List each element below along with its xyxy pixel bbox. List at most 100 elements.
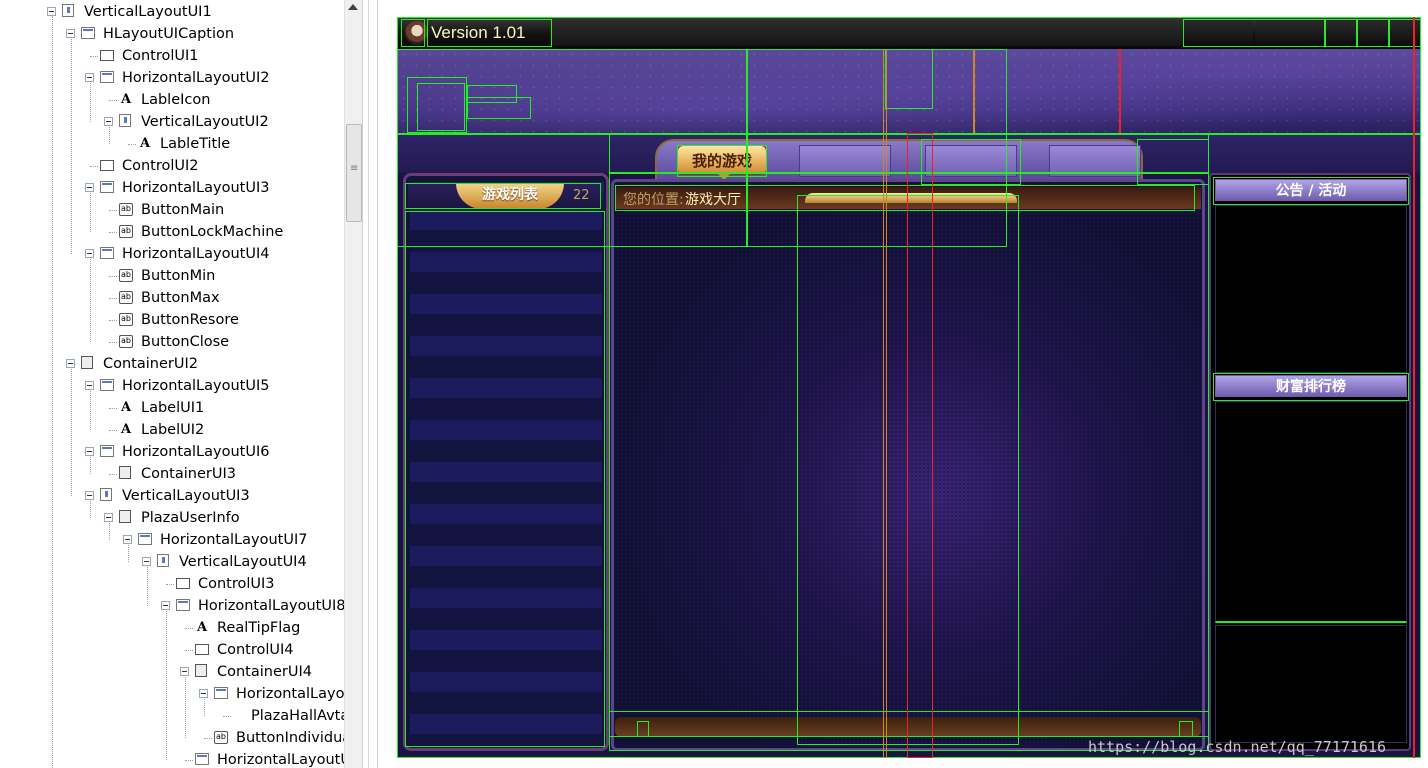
collapse-toggle-icon[interactable] (104, 117, 113, 126)
wealth-ranking-header[interactable]: 财富排行榜 (1215, 375, 1407, 397)
label-node-icon: A (120, 422, 132, 437)
game-list[interactable] (410, 210, 602, 742)
location-label: 您的位置: (623, 192, 684, 208)
tab-slot[interactable] (1049, 145, 1141, 177)
vlayout-node-icon (100, 488, 112, 501)
tree-node-label: HorizontalLayoutUI2 (122, 70, 270, 86)
close-button[interactable] (1391, 20, 1421, 46)
tab-my-games[interactable]: 我的游戏 (677, 145, 767, 180)
button-node-icon: ab (119, 203, 133, 216)
button-node-icon: ab (119, 225, 133, 238)
label-node-icon: A (139, 136, 151, 151)
tree-node-label: HorizontalLayoutUI7 (160, 532, 308, 548)
tree-node-label: VerticalLayoutUI2 (141, 114, 269, 130)
wealth-ranking-content (1215, 401, 1407, 623)
collapse-toggle-icon[interactable] (66, 359, 75, 368)
tree-node-label: PlazaUserInfo (141, 510, 240, 526)
location-bar: 您的位置: 游戏大厅 (615, 187, 1201, 209)
label-node-icon: A (120, 92, 132, 107)
layout-node-icon (100, 379, 114, 391)
title-bar: Version 1.01 (397, 17, 1421, 49)
collapse-toggle-icon[interactable] (85, 249, 94, 258)
collapse-toggle-icon[interactable] (85, 447, 94, 456)
control-node-icon (195, 644, 209, 655)
collapse-toggle-icon[interactable] (85, 381, 94, 390)
notice-content (1215, 205, 1407, 373)
collapse-toggle-icon[interactable] (85, 183, 94, 192)
label-node-icon: A (120, 400, 132, 415)
layout-node-icon (176, 599, 190, 611)
collapse-toggle-icon[interactable] (199, 689, 208, 698)
maximize-button[interactable] (1359, 20, 1389, 46)
control-node-icon (176, 578, 190, 589)
watermark: https://blog.csdn.net/qq_77171616 (1088, 738, 1387, 756)
version-label: Version 1.01 (431, 23, 526, 42)
tree-node-label: HorizontalLayoutUI5 (122, 378, 270, 394)
button-node-icon: ab (119, 291, 133, 304)
tree-node-label: VerticalLayoutUI1 (84, 4, 212, 20)
tab-slot[interactable] (925, 145, 1017, 177)
collapse-toggle-icon[interactable] (85, 491, 94, 500)
tree-node-label: ButtonLockMachine (141, 224, 284, 240)
scroll-up-arrow-icon[interactable] (348, 4, 358, 10)
tree-node-label: VerticalLayoutUI4 (179, 554, 307, 570)
location-slider (805, 193, 1017, 203)
layout-node-icon (81, 27, 95, 39)
game-list-header: 游戏列表 22 (408, 182, 604, 209)
panel-splitter[interactable] (362, 0, 378, 768)
main-button[interactable] (1183, 20, 1253, 46)
tree-scrollbar[interactable] (344, 0, 362, 768)
tree-node-label: ControlUI2 (122, 158, 199, 174)
collapse-toggle-icon[interactable] (104, 513, 113, 522)
tree-node-label: RealTipFlag (217, 620, 301, 636)
vlayout-node-icon (119, 114, 131, 127)
collapse-toggle-icon[interactable] (85, 73, 94, 82)
tree-node-label: ContainerUI3 (141, 466, 236, 482)
tree-node-label: HorizontalLayoutUI6 (122, 444, 270, 460)
tree-node-label: LableIcon (141, 92, 211, 108)
tree-node-label: ButtonMax (141, 290, 220, 306)
collapse-toggle-icon[interactable] (142, 557, 151, 566)
tree-node-label: ContainerUI4 (217, 664, 312, 680)
tree-node-label: ControlUI1 (122, 48, 199, 64)
lock-machine-button[interactable] (1255, 20, 1325, 46)
tree-node-label: LabelUI2 (141, 422, 205, 438)
game-hall-preview: Version 1.01 游戏列表 22 我的游戏 您的位置: 游戏大厅 公告 … (397, 17, 1421, 758)
tree-node-label: LableTitle (160, 136, 231, 152)
collapse-toggle-icon[interactable] (161, 601, 170, 610)
scroll-thumb[interactable] (346, 124, 362, 222)
vlayout-node-icon (62, 4, 74, 17)
content-bottom-bar (615, 717, 1201, 737)
layout-node-icon (195, 753, 209, 765)
collapse-toggle-icon[interactable] (66, 29, 75, 38)
tree-node-label: ButtonIndividual (236, 730, 344, 746)
button-node-icon: ab (214, 731, 228, 744)
game-content-area (611, 179, 1205, 751)
collapse-toggle-icon[interactable] (47, 7, 56, 16)
tree-node-label: ContainerUI2 (103, 356, 198, 372)
tree-node-label: ButtonMin (141, 268, 216, 284)
collapse-toggle-icon[interactable] (123, 535, 132, 544)
user-info-banner (397, 49, 1421, 133)
tab-slot[interactable] (799, 145, 891, 177)
label-node-icon: A (196, 620, 208, 635)
notice-header[interactable]: 公告 / 活动 (1215, 179, 1407, 201)
control-tree[interactable]: VerticalLayoutUI1 HLayoutUICaption Control… (0, 0, 344, 768)
game-list-panel: 游戏列表 22 (403, 173, 609, 751)
button-node-icon: ab (119, 335, 133, 348)
tree-node-label: ControlUI4 (217, 642, 294, 658)
game-list-tab[interactable]: 游戏列表 (456, 183, 564, 209)
vlayout-node-icon (157, 554, 169, 567)
tree-node-label: VerticalLayoutUI3 (122, 488, 250, 504)
tree-node-label: HorizontalLayoutUI4 (122, 246, 270, 262)
game-list-count: 22 (573, 188, 590, 203)
tree-node-label: HLayoutUICaption (103, 26, 235, 42)
layout-node-icon (138, 533, 152, 545)
layout-node-icon (100, 247, 114, 259)
control-node-icon (100, 50, 114, 61)
location-value[interactable]: 游戏大厅 (685, 189, 741, 209)
container-node-icon (119, 466, 131, 479)
container-node-icon (81, 356, 93, 369)
collapse-toggle-icon[interactable] (180, 667, 189, 676)
minimize-button[interactable] (1327, 20, 1357, 46)
